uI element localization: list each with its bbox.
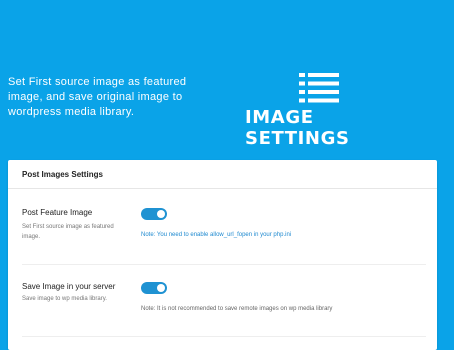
list-icon <box>299 73 339 103</box>
hero-description: Set First source image as featured image… <box>8 76 187 118</box>
setting-description: Save image to wp media library. <box>22 296 107 302</box>
post-feature-image-toggle[interactable] <box>141 208 167 220</box>
setting-description: Set First source image as featured image… <box>22 224 114 240</box>
panel-title: Post Images Settings <box>8 160 437 189</box>
setting-label: Post Feature Image <box>22 208 93 217</box>
setting-note: Note: It is not recommended to save remo… <box>141 306 333 312</box>
page-title: IMAGE SETTINGS <box>245 107 350 149</box>
save-image-toggle[interactable] <box>141 282 167 294</box>
toggle-knob <box>157 284 165 292</box>
toggle-knob <box>157 210 165 218</box>
setting-note: Note: You need to enable allow_url_fopen… <box>141 232 292 238</box>
settings-panel: Post Images Settings Post Feature Image … <box>8 160 437 350</box>
divider <box>22 336 426 337</box>
divider <box>22 264 426 265</box>
setting-label: Save Image in your server <box>22 282 116 291</box>
